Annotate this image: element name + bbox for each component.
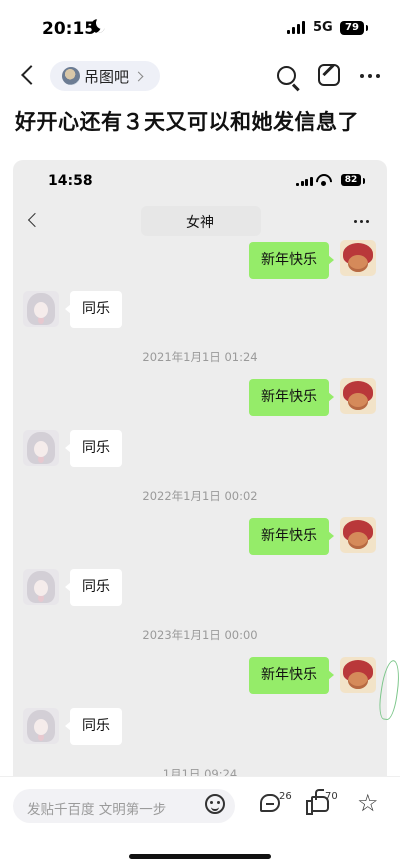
forum-pill[interactable]: 吊图吧 [50, 61, 160, 91]
network-type: 5G [313, 20, 333, 35]
chat-header: 女神 [13, 204, 387, 238]
status-time: 20:15 [42, 19, 97, 39]
chat-title: 女神 [186, 215, 214, 231]
comment-count: 26 [279, 791, 292, 802]
her-avatar [23, 291, 59, 327]
chevron-right-icon [133, 71, 144, 81]
screenshot-battery: 82 [341, 174, 365, 186]
my-message-bubble: 新年快乐 [249, 242, 334, 279]
search-icon[interactable] [277, 66, 296, 85]
star-icon[interactable]: ☆ [357, 791, 379, 815]
my-avatar [340, 657, 376, 693]
my-message-bubble: 新年快乐 [249, 518, 334, 555]
my-avatar [340, 517, 376, 553]
moon-icon [91, 17, 108, 33]
more-icon[interactable] [360, 74, 380, 78]
reply-placeholder: 发贴千百度 文明第一步 [27, 802, 167, 818]
her-avatar [23, 430, 59, 466]
chat-more-icon [354, 220, 369, 223]
status-bar: 20:15 5G 79 [0, 0, 400, 58]
her-message-bubble: 同乐 [65, 569, 122, 606]
her-avatar [23, 569, 59, 605]
home-indicator [129, 854, 271, 859]
screenshot-status-time: 14:58 [48, 173, 93, 189]
emoji-icon[interactable] [205, 794, 225, 814]
edit-icon[interactable] [318, 64, 340, 86]
chat-timestamp: 2023年1月1日 00:00 [142, 628, 258, 642]
her-message-bubble: 同乐 [65, 708, 122, 745]
my-message-bubble: 新年快乐 [249, 379, 334, 416]
reply-input[interactable]: 发贴千百度 文明第一步 [13, 789, 235, 823]
my-avatar [340, 240, 376, 276]
comment-icon[interactable] [260, 794, 280, 812]
wifi-icon [316, 174, 332, 186]
her-message-bubble: 同乐 [65, 291, 122, 328]
signal-icon [287, 21, 305, 34]
post-title: 好开心还有３天又可以和她发信息了 [15, 110, 359, 134]
app-header: 吊图吧 [0, 58, 400, 100]
my-message-bubble: 新年快乐 [249, 657, 334, 694]
like-count: 70 [325, 791, 338, 802]
back-icon[interactable] [21, 65, 41, 85]
bottom-bar: 发贴千百度 文明第一步 26 70 ☆ [0, 776, 400, 866]
battery-indicator: 79 [340, 21, 368, 35]
forum-name: 吊图吧 [84, 67, 130, 86]
forum-avatar-icon [62, 67, 80, 85]
screenshot-signal-icon [296, 176, 313, 186]
chat-timestamp: 2022年1月1日 00:02 [142, 489, 258, 503]
chat-timestamp: 2021年1月1日 01:24 [142, 350, 258, 364]
her-avatar [23, 708, 59, 744]
post-image[interactable]: 14:58 82 女神 新年快乐 同乐 2021年1月1日 01:24 新年快乐… [13, 160, 387, 780]
my-avatar [340, 378, 376, 414]
her-message-bubble: 同乐 [65, 430, 122, 467]
